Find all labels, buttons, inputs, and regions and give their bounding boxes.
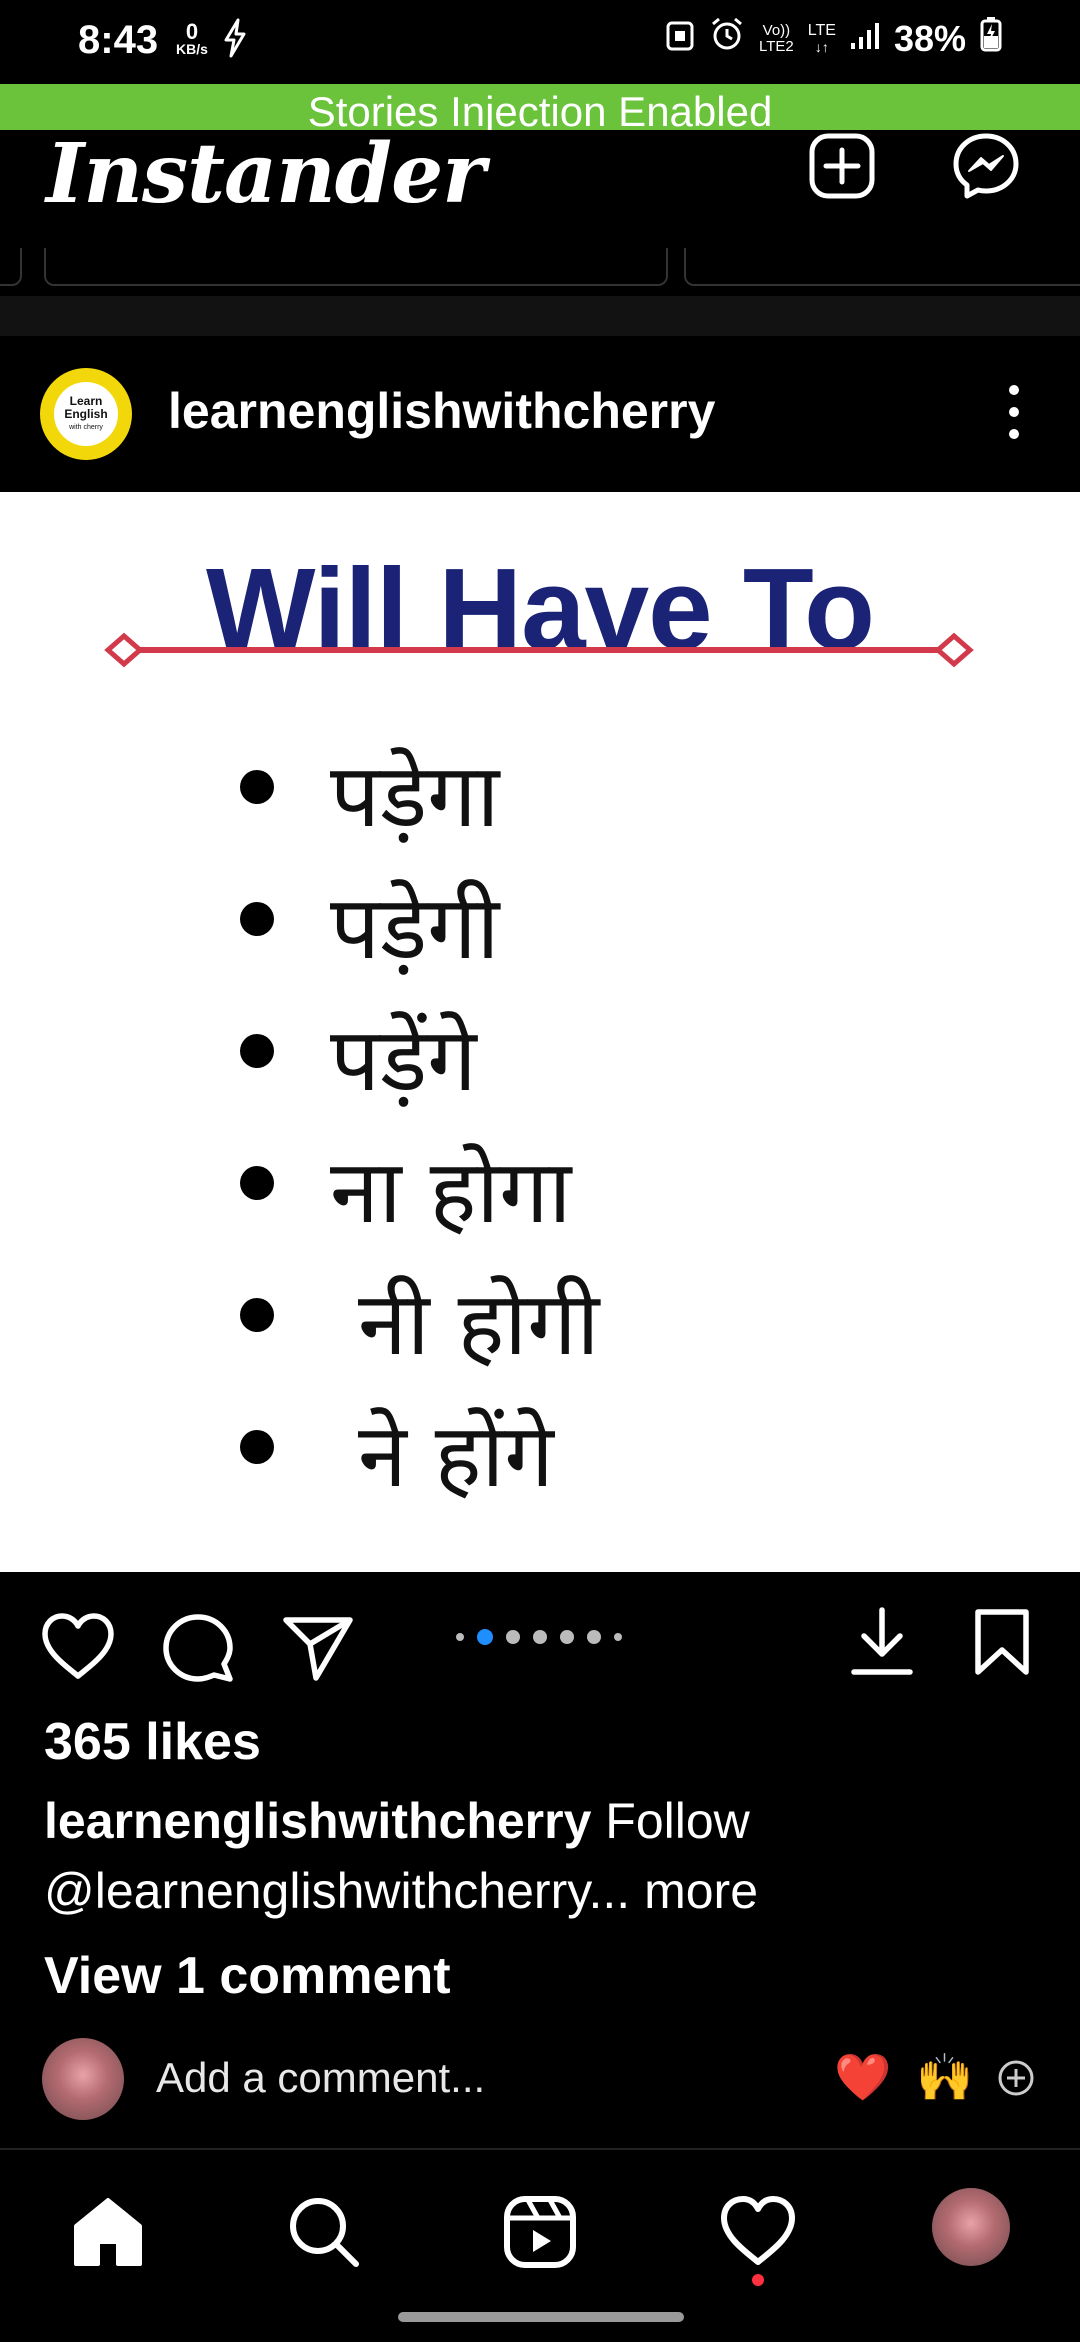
save-button[interactable] bbox=[972, 1608, 1032, 1681]
title-underline bbox=[104, 630, 974, 670]
carousel-dot bbox=[560, 1630, 574, 1644]
feed-divider bbox=[0, 296, 1080, 336]
carousel-dot bbox=[533, 1630, 547, 1644]
network-speed-value: 0 bbox=[185, 19, 199, 44]
lock-badge-icon bbox=[665, 17, 695, 60]
charging-bolt-icon bbox=[222, 18, 248, 67]
bullet-dot bbox=[240, 1166, 274, 1200]
plus-circle-icon bbox=[998, 2060, 1034, 2096]
avatar-logo-line: Learn bbox=[69, 393, 103, 408]
nav-reels-button[interactable] bbox=[500, 2192, 580, 2272]
nav-home-button[interactable] bbox=[68, 2192, 148, 2272]
quick-reaction-raised-hands[interactable]: 🙌 bbox=[916, 2050, 973, 2105]
lte-text: LTE bbox=[807, 21, 836, 39]
current-user-avatar bbox=[42, 2038, 124, 2120]
add-comment-input[interactable]: Add a comment... bbox=[156, 2054, 485, 2102]
caption-more-link[interactable]: more bbox=[630, 1863, 758, 1919]
carousel-dot bbox=[614, 1633, 622, 1641]
like-button[interactable] bbox=[40, 1612, 116, 1687]
caption-continued: @learnenglishwithcherry... more bbox=[44, 1862, 758, 1920]
stories-injection-banner: Stories Injection Enabled bbox=[0, 84, 1080, 130]
status-icons: Vo)) LTE2 LTE ↓↑ 38% bbox=[665, 16, 1002, 61]
volte-bottom: LTE2 bbox=[759, 37, 794, 55]
app-header: Instander bbox=[0, 126, 1080, 248]
nav-search-button[interactable] bbox=[284, 2192, 364, 2272]
bullet-dot bbox=[240, 1034, 274, 1068]
comment-icon bbox=[163, 1614, 233, 1682]
caption-mention[interactable]: @learnenglishwithcherry... bbox=[44, 1863, 630, 1919]
bullet-dot bbox=[240, 1430, 274, 1464]
post-options-button[interactable] bbox=[996, 380, 1032, 444]
post-header: Learn English with cherry learnenglishwi… bbox=[0, 336, 1080, 492]
story-card[interactable] bbox=[44, 248, 668, 286]
home-icon bbox=[74, 2198, 142, 2266]
nav-activity-button[interactable] bbox=[718, 2192, 798, 2272]
download-button[interactable] bbox=[850, 1606, 914, 1683]
messenger-icon bbox=[953, 133, 1019, 199]
reels-icon bbox=[504, 2196, 576, 2268]
story-card[interactable] bbox=[684, 248, 1080, 286]
home-indicator[interactable] bbox=[398, 2312, 684, 2322]
lte-label: LTE ↓↑ bbox=[807, 21, 836, 55]
new-post-button[interactable] bbox=[806, 130, 878, 202]
post-actions bbox=[0, 1572, 1080, 1712]
activity-notification-dot bbox=[752, 2274, 764, 2286]
bullet-text: पड़ेंगे bbox=[330, 1008, 477, 1111]
carousel-indicator bbox=[456, 1629, 622, 1645]
more-vertical-icon bbox=[1009, 385, 1019, 439]
view-comments-link[interactable]: View 1 comment bbox=[44, 1946, 451, 2006]
bottom-navigation bbox=[0, 2148, 1080, 2342]
comment-button[interactable] bbox=[162, 1612, 234, 1689]
add-reaction-button[interactable] bbox=[996, 2058, 1036, 2098]
avatar-logo-line: with cherry bbox=[69, 423, 103, 431]
story-card[interactable] bbox=[0, 248, 22, 286]
post-image[interactable]: Will Have To पड़ेगा पड़ेगी पड़ेंगे ना हो… bbox=[0, 492, 1080, 1572]
status-time: 8:43 bbox=[78, 18, 159, 62]
likes-count[interactable]: 365 likes bbox=[44, 1712, 261, 1772]
carousel-dot bbox=[506, 1630, 520, 1644]
bullet-dot bbox=[240, 1298, 274, 1332]
bullet-text: पड़ेगा bbox=[330, 744, 500, 847]
bookmark-icon bbox=[975, 1609, 1029, 1675]
bullet-text: ना होगा bbox=[330, 1140, 572, 1243]
carousel-dot bbox=[587, 1630, 601, 1644]
lte-arrows-icon: ↓↑ bbox=[814, 38, 829, 55]
post-author-avatar[interactable]: Learn English with cherry bbox=[40, 368, 132, 460]
quick-reaction-heart[interactable]: ❤️ bbox=[834, 2050, 891, 2105]
share-button[interactable] bbox=[282, 1614, 354, 1687]
bullet-dot bbox=[240, 770, 274, 804]
bullet-text: ने होंगे bbox=[330, 1404, 554, 1507]
network-speed-unit: KB/s bbox=[176, 41, 208, 57]
caption: learnenglishwithcherry Follow bbox=[44, 1792, 750, 1850]
carousel-dot-active bbox=[477, 1629, 493, 1645]
caption-username[interactable]: learnenglishwithcherry bbox=[44, 1793, 591, 1849]
add-comment-row: Add a comment... ❤️ 🙌 bbox=[0, 2036, 1080, 2120]
nav-profile-avatar[interactable] bbox=[932, 2188, 1010, 2266]
network-speed: 0 KB/s bbox=[175, 19, 209, 57]
activity-heart-icon bbox=[721, 2196, 795, 2265]
bullet-dot bbox=[240, 902, 274, 936]
avatar-logo: Learn English with cherry bbox=[54, 382, 118, 446]
download-icon bbox=[851, 1607, 913, 1675]
plus-square-icon bbox=[809, 133, 875, 199]
post-author-username[interactable]: learnenglishwithcherry bbox=[168, 382, 715, 440]
avatar-logo-line: English bbox=[64, 406, 108, 421]
battery-percent: 38% bbox=[893, 17, 966, 59]
carousel-dot bbox=[456, 1633, 464, 1641]
volte-top: Vo)) bbox=[762, 21, 791, 39]
caption-text: Follow bbox=[591, 1793, 750, 1849]
battery-charging-icon bbox=[980, 16, 1002, 61]
status-bar: 8:43 0 KB/s Vo)) LTE2 LTE ↓↑ 38% bbox=[0, 0, 1080, 84]
send-icon bbox=[283, 1617, 353, 1681]
search-icon bbox=[290, 2198, 359, 2267]
heart-icon bbox=[42, 1613, 114, 1679]
alarm-icon bbox=[709, 16, 745, 61]
app-logo[interactable]: Instander bbox=[46, 126, 485, 222]
signal-icon bbox=[850, 18, 880, 60]
messenger-button[interactable] bbox=[950, 130, 1022, 202]
banner-text: Stories Injection Enabled bbox=[307, 88, 773, 130]
bullet-text: नी होगी bbox=[330, 1272, 600, 1375]
volte-label: Vo)) LTE2 bbox=[759, 21, 794, 55]
bullet-text: पड़ेगी bbox=[330, 876, 500, 979]
